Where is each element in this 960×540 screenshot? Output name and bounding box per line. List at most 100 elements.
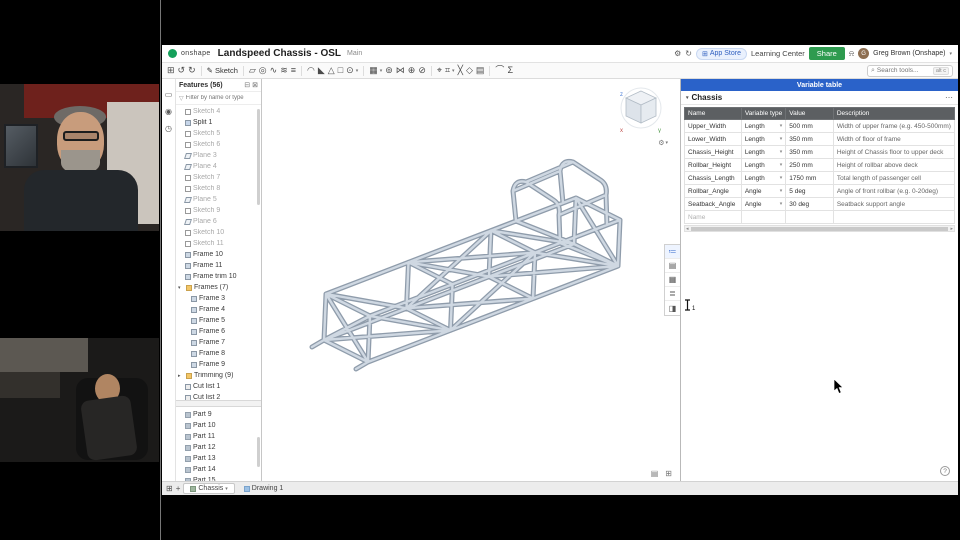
configurations-icon[interactable]: ▤ xyxy=(665,259,680,273)
part-item-part-15[interactable]: Part 15 xyxy=(176,475,261,481)
variable-type-cell[interactable]: Length ▾ xyxy=(740,145,787,159)
frame-caret-icon[interactable]: ▾ xyxy=(452,68,455,74)
feature-item-plane-5[interactable]: Plane 5 xyxy=(176,194,261,205)
extrude-icon[interactable]: ▱ xyxy=(249,66,256,75)
variable-name-cell[interactable]: Chassis_Length xyxy=(684,171,742,185)
variable-value-cell[interactable]: 350 mm xyxy=(785,132,834,146)
variable-type-cell[interactable]: Angle ▾ xyxy=(740,184,787,198)
variable-description-cell[interactable]: Height of rollbar above deck xyxy=(832,158,956,172)
variable-type-cell[interactable]: Length ▾ xyxy=(740,158,787,172)
variable-value-cell[interactable]: 1750 mm xyxy=(785,171,834,185)
variable-row-rollbar_height[interactable]: Rollbar_Height Length ▾ 250 mm Height of rol… xyxy=(684,158,956,172)
section-chevron-icon[interactable]: ▾ xyxy=(686,95,689,101)
linear-pattern-icon[interactable]: ▦ xyxy=(369,66,378,75)
undo-icon[interactable]: ↺ xyxy=(178,66,186,75)
feature-item-plane-4[interactable]: Plane 4 xyxy=(176,161,261,172)
variable-table-icon[interactable]: ≔ xyxy=(665,245,680,259)
feature-item-frame-9[interactable]: Frame 9 xyxy=(176,359,261,370)
circular-pattern-icon[interactable]: ⊚ xyxy=(385,66,393,75)
variable-row-rollbar_angle[interactable]: Rollbar_Angle Angle ▾ 5 deg Angle of front r… xyxy=(684,184,956,198)
variable-row-lower_width[interactable]: Lower_Width Length ▾ 350 mm Width of floor o… xyxy=(684,132,956,146)
feature-item-frame-11[interactable]: Frame 11 xyxy=(176,260,261,271)
part-item-part-12[interactable]: Part 12 xyxy=(176,442,261,453)
user-name[interactable]: Greg Brown (Onshape) xyxy=(873,50,945,57)
tab-drawing-1[interactable]: Drawing 1 xyxy=(238,483,290,494)
variable-name-cell[interactable]: Upper_Width xyxy=(684,119,742,133)
feature-item-frame-trim-10[interactable]: Frame trim 10 xyxy=(176,271,261,282)
chevron-down-icon[interactable]: ▾ xyxy=(178,285,184,291)
variable-name-cell[interactable]: Rollbar_Height xyxy=(684,158,742,172)
section-view-icon[interactable]: ▤ xyxy=(651,469,659,478)
measure-icon[interactable]: ⌒ xyxy=(495,66,504,75)
shell-icon[interactable]: □ xyxy=(338,66,343,75)
feature-item-plane-3[interactable]: Plane 3 xyxy=(176,150,261,161)
new-variable-name-cell[interactable]: Name xyxy=(684,210,742,224)
features-scrollbar[interactable] xyxy=(257,109,260,205)
features-filter-input[interactable] xyxy=(185,95,248,101)
search-tools-box[interactable]: ⌕ alt c xyxy=(866,64,953,77)
feature-item-plane-6[interactable]: Plane 6 xyxy=(176,216,261,227)
feature-item-frame-4[interactable]: Frame 4 xyxy=(176,304,261,315)
onshape-logo-icon[interactable] xyxy=(168,49,177,58)
variable-row-chassis_length[interactable]: Chassis_Length Length ▾ 1750 mm Total length… xyxy=(684,171,956,185)
feature-item-cut-list-2[interactable]: Cut list 2 xyxy=(176,392,261,400)
feature-item-frames-7[interactable]: ▾ Frames (7) xyxy=(176,282,261,293)
variable-description-cell[interactable]: Width of upper frame (e.g. 450-500mm) xyxy=(832,119,956,133)
variable-name-cell[interactable]: Seatback_Angle xyxy=(684,197,742,211)
chevron-right-icon[interactable]: ▸ xyxy=(178,373,184,379)
variable-description-cell[interactable]: Angle of front rollbar (e.g. 0-20deg) xyxy=(832,184,956,198)
variable-name-cell[interactable]: Chassis_Height xyxy=(684,145,742,159)
sweep-icon[interactable]: ∿ xyxy=(270,66,278,75)
feature-item-sketch-7[interactable]: Sketch 7 xyxy=(176,172,261,183)
variable-section-header[interactable]: ▾ Chassis ⋯ xyxy=(681,91,958,105)
section-menu-icon[interactable]: ⋯ xyxy=(945,93,953,102)
fillet-icon[interactable]: ◠ xyxy=(307,66,315,75)
mirror-icon[interactable]: ⋈ xyxy=(396,66,405,75)
feature-item-cut-list-1[interactable]: Cut list 1 xyxy=(176,381,261,392)
view-settings[interactable]: ⚙ ▾ xyxy=(658,139,668,147)
tag-profile-icon[interactable]: ◇ xyxy=(466,66,473,75)
variable-value-cell[interactable]: 5 deg xyxy=(785,184,834,198)
bom-icon[interactable]: ≣ xyxy=(665,287,680,301)
feature-item-frame-3[interactable]: Frame 3 xyxy=(176,293,261,304)
part-item-part-11[interactable]: Part 11 xyxy=(176,431,261,442)
variable-row-chassis_height[interactable]: Chassis_Height Length ▾ 350 mm Height of Cha… xyxy=(684,145,956,159)
app-store-button[interactable]: ⊞ App Store xyxy=(695,47,747,60)
table-horizontal-scrollbar[interactable]: ◂ ▸ xyxy=(684,225,955,232)
linear-pattern-caret-icon[interactable]: ▾ xyxy=(380,68,383,74)
variable-type-cell[interactable]: Length ▾ xyxy=(740,171,787,185)
feature-item-sketch-5[interactable]: Sketch 5 xyxy=(176,128,261,139)
tab-menu-caret-icon[interactable]: ▾ xyxy=(225,486,228,492)
frame-trim-icon[interactable]: ╳ xyxy=(458,66,463,75)
graphics-viewport[interactable]: z x y ⚙ ▾ ≔ ▤ ▦ ≣ ◨ ▤ ⊞ xyxy=(262,79,680,481)
notifications-bell-icon[interactable]: ⍾ xyxy=(849,49,854,59)
variable-name-cell[interactable]: Lower_Width xyxy=(684,132,742,146)
variable-description-cell[interactable]: Height of Chassis floor to upper deck xyxy=(832,145,956,159)
type-dropdown-caret-icon[interactable]: ▾ xyxy=(780,175,783,181)
feature-item-frame-5[interactable]: Frame 5 xyxy=(176,315,261,326)
variable-type-cell[interactable]: Angle ▾ xyxy=(740,197,787,211)
documents-icon[interactable]: ⊞ xyxy=(167,66,175,75)
type-dropdown-caret-icon[interactable]: ▾ xyxy=(780,188,783,194)
feature-item-frame-10[interactable]: Frame 10 xyxy=(176,249,261,260)
variable-value-cell[interactable]: 350 mm xyxy=(785,145,834,159)
feature-item-sketch-9[interactable]: Sketch 9 xyxy=(176,205,261,216)
type-dropdown-caret-icon[interactable]: ▾ xyxy=(780,201,783,207)
chamfer-icon[interactable]: ◣ xyxy=(318,66,325,75)
learning-center-link[interactable]: Learning Center xyxy=(751,49,805,58)
workspace-label[interactable]: Main xyxy=(347,50,362,57)
transform-icon[interactable]: ⌖ xyxy=(437,66,442,75)
part-item-part-9[interactable]: Part 9 xyxy=(176,409,261,420)
tab-chassis[interactable]: Chassis ▾ xyxy=(183,483,235,494)
user-avatar[interactable]: G xyxy=(858,48,870,59)
variable-name-cell[interactable]: Rollbar_Angle xyxy=(684,184,742,198)
loft-icon[interactable]: ≋ xyxy=(280,66,288,75)
feature-item-frame-8[interactable]: Frame 8 xyxy=(176,348,261,359)
feature-item-sketch-4[interactable]: Sketch 4 xyxy=(176,106,261,117)
tab-manager-icon[interactable]: ⊞ xyxy=(166,484,173,493)
scroll-left-icon[interactable]: ◂ xyxy=(685,226,690,232)
scroll-right-icon[interactable]: ▸ xyxy=(949,226,954,232)
variable-value-cell[interactable]: 250 mm xyxy=(785,158,834,172)
custom-table-icon[interactable]: ▦ xyxy=(665,273,680,287)
draft-icon[interactable]: △ xyxy=(328,66,335,75)
